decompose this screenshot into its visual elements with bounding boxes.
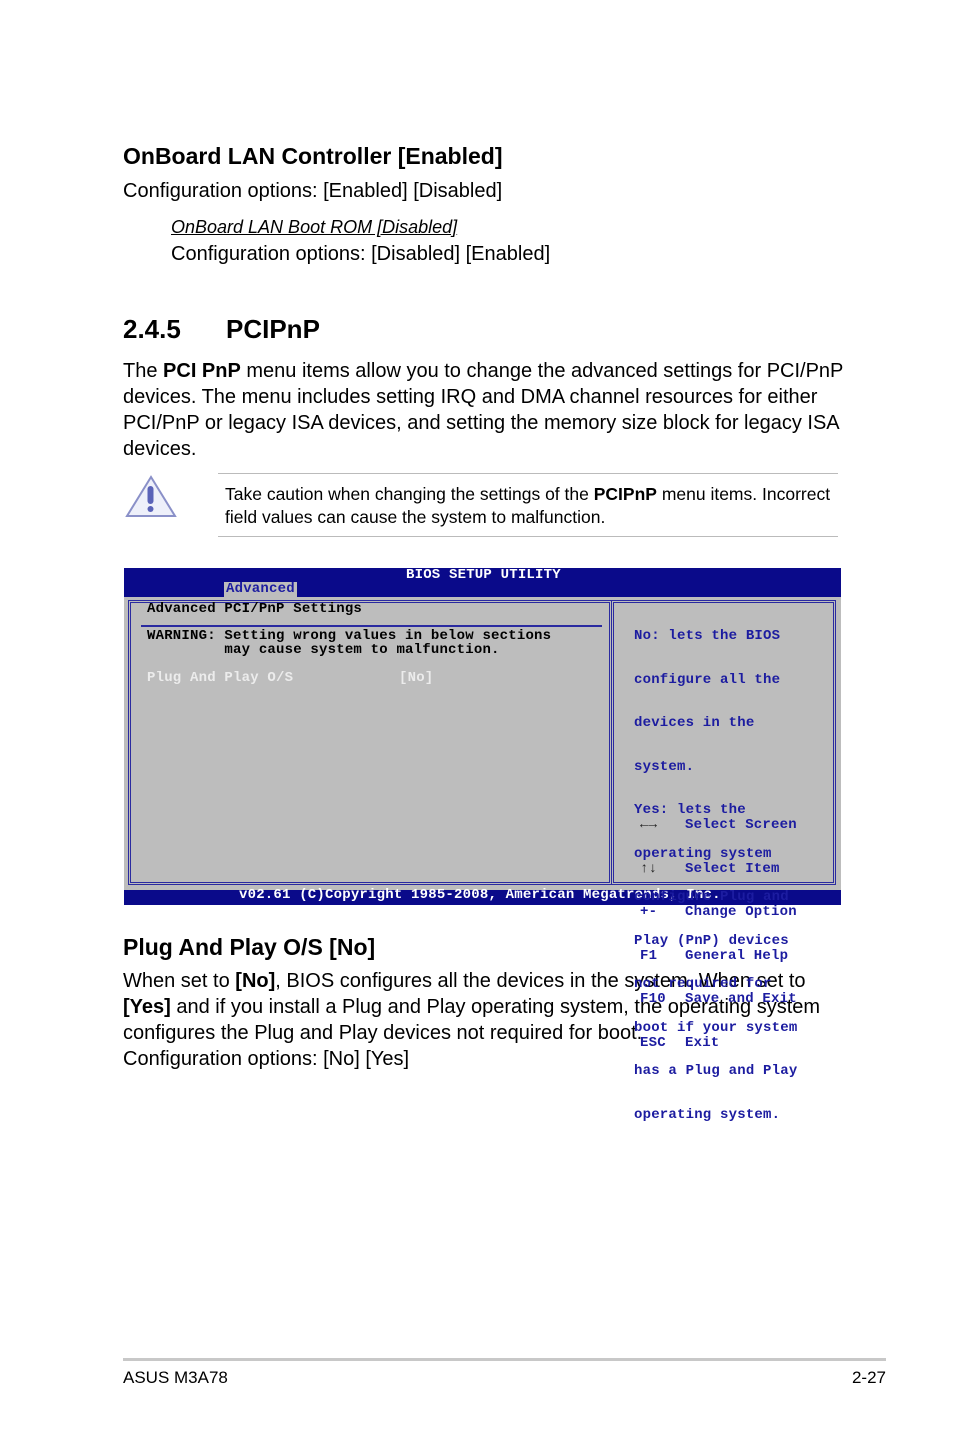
section-number: 2.4.5 <box>123 314 181 344</box>
intro-text: menu items allow you to change the advan… <box>240 360 844 382</box>
key-action: Exit <box>685 1034 720 1051</box>
left-right-arrows-icon: ←→ <box>640 817 658 833</box>
plug-and-play-os-item[interactable]: Plug And Play O/S <box>147 671 293 686</box>
key-f1: F1 <box>640 947 658 964</box>
bios-screenshot: BIOS SETUP UTILITY Advanced Advanced PCI… <box>124 567 841 1122</box>
key-action: Select Item <box>685 860 780 877</box>
bios-warning: may cause system to malfunction. <box>147 642 500 658</box>
plug-and-play-os-value[interactable]: [No] <box>399 671 433 686</box>
desc-text: When set to <box>123 970 236 992</box>
intro-line: devices. The menu includes setting IRQ a… <box>123 386 818 408</box>
key-action: Select Screen <box>685 817 797 833</box>
manual-page: OnBoard LAN Controller [Enabled] Configu… <box>0 0 954 1438</box>
caution-text: field values can cause the system to mal… <box>225 507 606 527</box>
heading-onboard-lan: OnBoard LAN Controller [Enabled] <box>123 143 503 169</box>
bios-title: BIOS SETUP UTILITY <box>406 567 561 583</box>
bios-key-legend: ←→ Select Screen ↑↓ Select Item +- Change O… <box>640 789 797 1079</box>
intro-line: PCI/PnP or legacy ISA devices, and setti… <box>123 412 840 434</box>
footer-product: ASUS M3A78 <box>123 1368 228 1387</box>
caution-text: menu items. Incorrect <box>656 484 831 504</box>
warning-triangle-icon <box>125 475 177 517</box>
help-line: configure all the <box>634 671 781 688</box>
page-number: 2-27 <box>851 1368 886 1387</box>
help-line: devices in the <box>634 715 755 731</box>
desc-bold: [Yes] <box>123 996 171 1018</box>
caution-text: Take caution when changing the settings … <box>225 484 594 504</box>
bios-divider <box>141 625 602 627</box>
divider <box>218 536 838 537</box>
boot-rom-config-options: Configuration options: [Disabled] [Enabl… <box>171 243 551 265</box>
tab-advanced[interactable]: Advanced <box>224 582 297 597</box>
intro-paragraph: The PCI PnP menu items allow you to chan… <box>123 358 843 462</box>
intro-bold: PCI PnP <box>163 360 241 382</box>
intro-text: The <box>123 360 164 382</box>
divider <box>218 473 838 474</box>
desc-bold: [No] <box>235 970 276 992</box>
footer-rule <box>123 1358 886 1361</box>
subheading-lan-boot-rom: OnBoard LAN Boot ROM [Disabled] <box>171 217 458 237</box>
key-plus-minus: +- <box>640 904 658 920</box>
help-line: operating system. <box>634 1106 781 1123</box>
caution-note: Take caution when changing the settings … <box>225 483 830 529</box>
key-action: Save and Exit <box>685 991 797 1007</box>
key-f10: F10 <box>640 991 666 1007</box>
up-down-arrows-icon: ↑↓ <box>640 860 658 877</box>
caution-bold: PCIPnP <box>593 484 657 504</box>
key-action: General Help <box>685 947 789 964</box>
key-esc: ESC <box>640 1034 666 1051</box>
lan-config-options: Configuration options: [Enabled] [Disabl… <box>123 180 503 202</box>
bios-heading: Advanced PCI/PnP Settings <box>147 601 363 617</box>
help-line: No: lets the BIOS <box>634 628 781 644</box>
heading-plug-and-play: Plug And Play O/S [No] <box>123 934 376 960</box>
help-line: system. <box>634 758 695 775</box>
section-title: PCIPnP <box>226 314 320 344</box>
key-action: Change Option <box>685 904 797 920</box>
intro-line: devices. <box>123 438 197 460</box>
bios-help-text: No: lets the BIOS configure all the devi… <box>634 600 824 1122</box>
